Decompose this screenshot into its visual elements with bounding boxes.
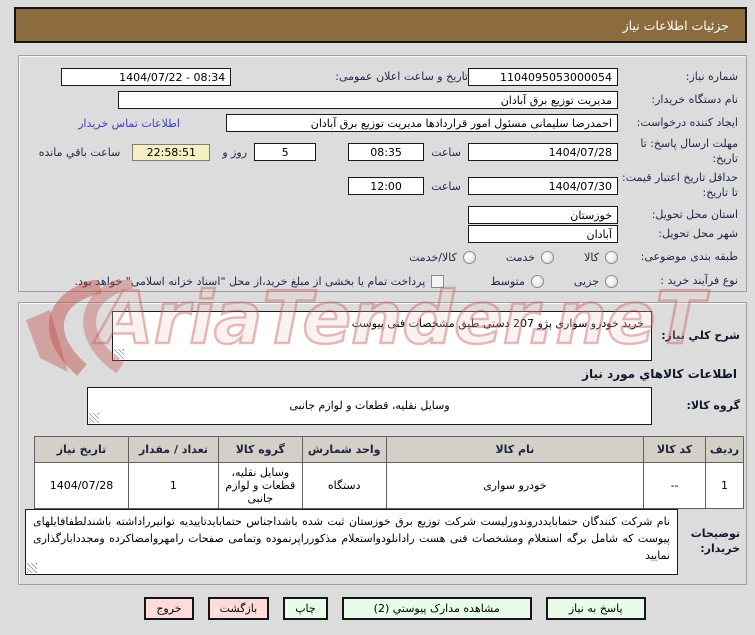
reply-deadline-time-input[interactable] bbox=[348, 143, 425, 161]
process-option-medium: متوسط bbox=[490, 274, 544, 288]
row-province: استان محل تحویل: bbox=[27, 205, 738, 225]
price-validity-date-input[interactable] bbox=[468, 177, 618, 195]
province-label: استان محل تحویل: bbox=[651, 207, 738, 221]
view-attached-documents-button[interactable]: مشاهده مدارک پیوستي (2) bbox=[341, 597, 532, 620]
row-need-description: شرح کلي نیاز: خرید خودرو سواری پژو 207 د… bbox=[112, 311, 740, 361]
cell-item-name: خودرو سواری bbox=[385, 462, 645, 509]
price-validity-label: حداقل تاریخ اعتبار قیمت: تا تاریخ: bbox=[622, 171, 738, 199]
row-process-type: نوع فرآیند خرید : جزیی متوسط پرداخت تمام… bbox=[27, 271, 738, 291]
reply-deadline-date-input[interactable] bbox=[468, 143, 618, 161]
buyer-notes-label: توضیحات خریدار: bbox=[690, 527, 740, 555]
need-description-label: شرح کلي نیاز: bbox=[661, 328, 740, 342]
row-city: شهر محل تحویل: bbox=[27, 224, 738, 244]
treasury-payment-checkbox[interactable] bbox=[431, 274, 445, 288]
buyer-org-label: نام دستگاه خریدار: bbox=[651, 92, 738, 106]
radio-goods-label: کالا bbox=[584, 250, 599, 264]
need-description-wrap: خرید خودرو سواری پژو 207 دستی طبق مشخصات… bbox=[112, 311, 652, 361]
cell-item-group: وسایل نقلیه، قطعات و لوازم جانبی bbox=[217, 462, 303, 509]
radio-medium-label: متوسط bbox=[490, 274, 525, 288]
back-button[interactable]: بازگشت bbox=[207, 597, 270, 620]
countdown-label: ساعت باقي مانده bbox=[38, 145, 121, 159]
radio-minor-label: جزیی bbox=[573, 274, 599, 288]
need-info-panel: شماره نیاز: تاریخ و ساعت اعلان عمومی: نا… bbox=[18, 55, 747, 292]
cell-row-number: 1 bbox=[705, 462, 744, 509]
radio-medium[interactable] bbox=[530, 274, 544, 288]
reply-deadline-label: مهلت ارسال پاسخ: تا تاریخ: bbox=[640, 137, 738, 165]
process-option-minor: جزیی bbox=[573, 274, 618, 288]
respond-to-need-button[interactable]: پاسخ به نیاز bbox=[545, 597, 646, 620]
row-subject-class: طبقه بندی موضوعی: کالا خدمت کالا/خدمت bbox=[27, 247, 738, 267]
subject-option-goods: کالا bbox=[584, 250, 618, 264]
announce-datetime-input[interactable] bbox=[61, 68, 232, 86]
buyer-org-input[interactable] bbox=[118, 91, 618, 109]
goods-section-title: اطلاعات کالاهاي مورد نیاز bbox=[582, 367, 737, 381]
table-header-item-group: گروه کالا bbox=[217, 436, 303, 463]
buyer-contact-link[interactable]: اطلاعات تماس خریدار bbox=[78, 117, 180, 130]
treasury-payment-label: پرداخت تمام یا بخشی از مبلغ خرید،از محل … bbox=[74, 274, 426, 288]
cell-need-date: 1404/07/28 bbox=[34, 462, 129, 509]
need-number-input[interactable] bbox=[468, 68, 618, 86]
radio-goods-service[interactable] bbox=[462, 250, 476, 264]
exit-button[interactable]: خروج bbox=[144, 597, 194, 620]
province-input[interactable] bbox=[468, 206, 618, 224]
city-label: شهر محل تحویل: bbox=[658, 226, 738, 240]
subject-class-label: طبقه بندی موضوعی: bbox=[640, 249, 738, 263]
remaining-days-label: روز و bbox=[222, 145, 248, 159]
goods-table: ردیف کد کالا نام کالا واحد شمارش گروه کا… bbox=[34, 436, 744, 509]
need-description-textarea[interactable]: خرید خودرو سواری پژو 207 دستی طبق مشخصات… bbox=[112, 311, 652, 361]
table-header-row: ردیف کد کالا نام کالا واحد شمارش گروه کا… bbox=[34, 436, 744, 463]
goods-group-label: گروه کالا: bbox=[686, 398, 740, 412]
row-buyer-org: نام دستگاه خریدار: bbox=[27, 90, 738, 110]
row-request-creator: ایجاد کننده درخواست: اطلاعات تماس خریدار bbox=[27, 113, 738, 133]
row-need-number: شماره نیاز: تاریخ و ساعت اعلان عمومی: bbox=[27, 67, 738, 87]
price-validity-time-input[interactable] bbox=[348, 177, 425, 195]
goods-group-textarea[interactable]: وسایل نقلیه، قطعات و لوازم جانبی bbox=[87, 387, 652, 425]
need-number-label: شماره نیاز: bbox=[685, 69, 738, 83]
subject-option-service: خدمت bbox=[505, 250, 555, 264]
city-input[interactable] bbox=[468, 225, 618, 243]
request-creator-label: ایجاد کننده درخواست: bbox=[636, 115, 738, 129]
goods-group-wrap: وسایل نقلیه، قطعات و لوازم جانبی bbox=[87, 387, 652, 425]
cell-count-unit: دستگاه bbox=[301, 462, 387, 509]
row-goods-group: گروه کالا: وسایل نقلیه، قطعات و لوازم جا… bbox=[87, 387, 740, 425]
subject-option-goods-service: کالا/خدمت bbox=[409, 250, 476, 264]
table-header-quantity: تعداد / مقدار bbox=[128, 436, 219, 463]
request-creator-input[interactable] bbox=[226, 114, 618, 132]
reply-deadline-hour-label: ساعت bbox=[431, 145, 461, 159]
buyer-notes-wrap: نام شرکت کنندگان حتمابایددروندورلیست شرک… bbox=[25, 509, 678, 575]
footer-button-bar: پاسخ به نیاز مشاهده مدارک پیوستي (2) چاپ… bbox=[35, 597, 755, 620]
countdown-timer: 22:58:51 bbox=[132, 143, 211, 161]
table-header-item-name: نام کالا bbox=[385, 436, 645, 463]
table-header-need-date: تاریخ نیاز bbox=[34, 436, 129, 463]
process-type-label: نوع فرآیند خرید : bbox=[660, 273, 738, 287]
page-title: جزئیات اطلاعات نیاز bbox=[622, 17, 729, 33]
need-details-page: جزئیات اطلاعات نیاز شماره نیاز: تاریخ و … bbox=[0, 0, 755, 635]
price-validity-hour-label: ساعت bbox=[431, 179, 461, 193]
cell-item-code: -- bbox=[643, 462, 707, 509]
buyer-notes-textarea[interactable]: نام شرکت کنندگان حتمابایددروندورلیست شرک… bbox=[25, 509, 678, 575]
remaining-days-input[interactable] bbox=[254, 143, 317, 161]
table-header-count-unit: واحد شمارش bbox=[301, 436, 387, 463]
table-row: 1 -- خودرو سواری دستگاه وسایل نقلیه، قطع… bbox=[34, 462, 744, 509]
radio-goods-service-label: کالا/خدمت bbox=[409, 250, 457, 264]
table-header-item-code: کد کالا bbox=[643, 436, 707, 463]
row-buyer-notes: توضیحات خریدار: نام شرکت کنندگان حتمابای… bbox=[25, 509, 740, 575]
radio-service[interactable] bbox=[541, 250, 555, 264]
row-price-validity: حداقل تاریخ اعتبار قیمت: تا تاریخ: ساعت bbox=[27, 169, 738, 203]
print-button[interactable]: چاپ bbox=[283, 597, 328, 620]
radio-minor[interactable] bbox=[605, 274, 618, 288]
page-title-bar: جزئیات اطلاعات نیاز bbox=[14, 7, 747, 43]
goods-panel: شرح کلي نیاز: خرید خودرو سواری پژو 207 د… bbox=[18, 302, 747, 585]
announce-datetime-label: تاریخ و ساعت اعلان عمومی: bbox=[335, 69, 468, 83]
table-header-row-number: ردیف bbox=[705, 436, 744, 463]
radio-service-label: خدمت bbox=[505, 250, 536, 264]
radio-goods[interactable] bbox=[605, 250, 618, 264]
cell-quantity: 1 bbox=[128, 462, 219, 509]
row-reply-deadline: مهلت ارسال پاسخ: تا تاریخ: ساعت روز و 22… bbox=[27, 135, 738, 169]
treasury-payment-option: پرداخت تمام یا بخشی از مبلغ خرید،از محل … bbox=[74, 274, 445, 288]
